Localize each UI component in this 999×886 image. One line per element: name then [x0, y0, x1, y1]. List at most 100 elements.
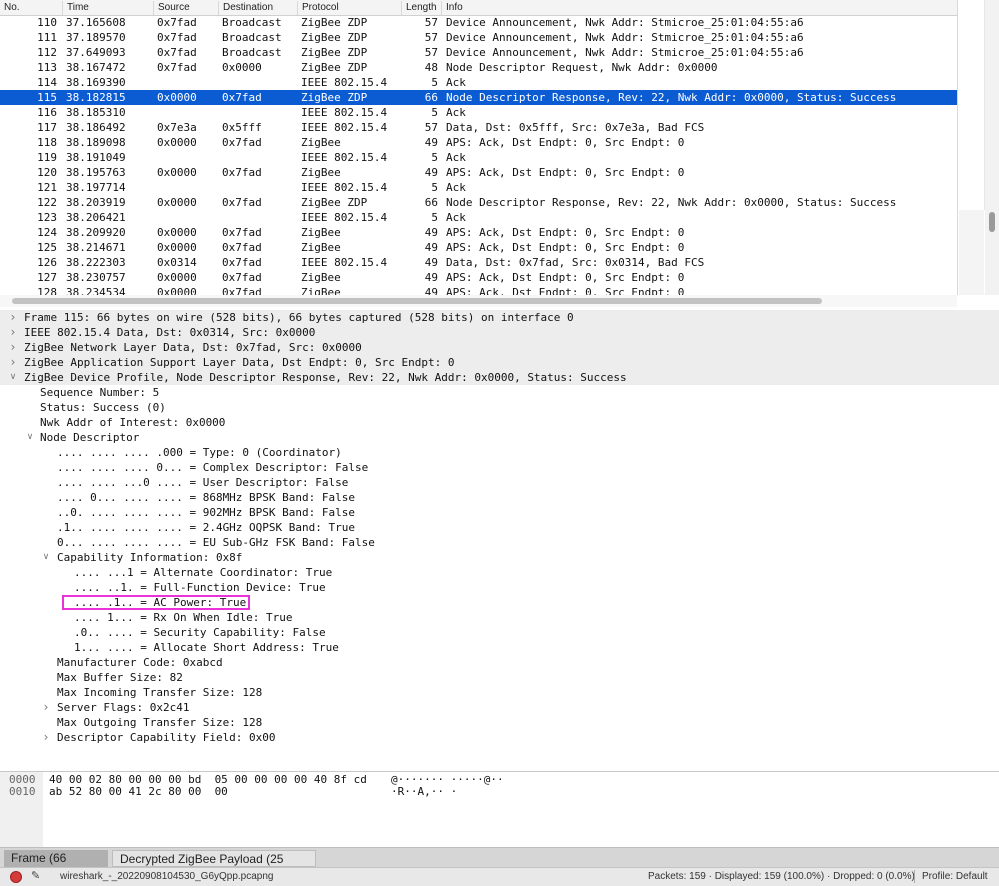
tree-section[interactable]: › ZigBee Application Support Layer Data, … [0, 355, 999, 370]
horizontal-scrollbar-thumb[interactable] [12, 298, 822, 304]
column-header-source[interactable]: Source [153, 1, 218, 15]
edit-comment-icon[interactable]: ✎ [31, 869, 40, 882]
tree-section[interactable]: › IEEE 802.15.4 Data, Dst: 0x0314, Src: 0… [0, 325, 999, 340]
packet-cell-time: 37.649093 [66, 46, 126, 59]
tree-field[interactable]: .... .... ...0 .... = User Descriptor: F… [0, 475, 999, 490]
tree-field[interactable]: 1... .... = Allocate Short Address: True [0, 640, 999, 655]
packet-row[interactable]: 122 38.203919 0x0000 0x7fad ZigBee ZDP 66 Node… [0, 195, 957, 210]
minimap-band [959, 0, 985, 210]
packet-row[interactable]: 119 38.191049 IEEE 802.15.4 5 Ack [0, 150, 957, 165]
tree-section[interactable]: › ZigBee Network Layer Data, Dst: 0x7fad,… [0, 340, 999, 355]
chevron-right-icon[interactable]: › [40, 730, 52, 745]
tree-section[interactable]: › Frame 115: 66 bytes on wire (528 bits),… [0, 310, 999, 325]
chevron-right-icon[interactable]: › [7, 310, 19, 325]
packet-cell-time: 38.182815 [66, 91, 126, 104]
tree-field[interactable]: Manufacturer Code: 0xabcd [0, 655, 999, 670]
packet-row[interactable]: 111 37.189570 0x7fad Broadcast ZigBee ZDP 57 D… [0, 30, 957, 45]
tree-label: ZigBee Network Layer Data, Dst: 0x7fad, … [24, 341, 362, 354]
chevron-right-icon[interactable]: › [7, 355, 19, 370]
chevron-right-icon[interactable]: › [40, 700, 52, 715]
packet-bytes-pane[interactable]: 0000 40 00 02 80 00 00 00 bd 05 00 00 00… [0, 771, 999, 848]
tree-field[interactable]: › Server Flags: 0x2c41 [0, 700, 999, 715]
bytes-hex[interactable]: ab 52 80 00 41 2c 80 00 00 [49, 785, 228, 799]
packet-cell-len: 49 [424, 136, 438, 149]
packet-cell-time: 38.189098 [66, 136, 126, 149]
packet-row[interactable]: 110 37.165608 0x7fad Broadcast ZigBee ZDP 57 D… [0, 15, 957, 30]
column-header-length[interactable]: Length [401, 1, 441, 15]
tree-label: Frame 115: 66 bytes on wire (528 bits), … [24, 311, 574, 324]
tree-field[interactable]: .... .1.. = AC Power: True [0, 595, 999, 610]
packet-details-tree[interactable]: › Frame 115: 66 bytes on wire (528 bits),… [0, 309, 999, 771]
packet-cell-info: Ack [446, 211, 466, 224]
tree-field[interactable]: Nwk Addr of Interest: 0x0000 [0, 415, 999, 430]
packet-row[interactable]: 124 38.209920 0x0000 0x7fad ZigBee 49 APS: Ack… [0, 225, 957, 240]
packet-cell-proto: IEEE 802.15.4 [301, 151, 388, 164]
packet-row[interactable]: 113 38.167472 0x7fad 0x0000 ZigBee ZDP 48 Node… [0, 60, 957, 75]
packet-row[interactable]: 120 38.195763 0x0000 0x7fad ZigBee 49 APS: Ack… [0, 165, 957, 180]
vertical-scrollbar[interactable] [985, 0, 999, 295]
packet-cell-src: 0x0314 [157, 256, 197, 269]
packet-row[interactable]: 128 38.234534 0x0000 0x7fad ZigBee 49 APS: Ack… [0, 285, 957, 295]
column-header-destination[interactable]: Destination [218, 1, 297, 15]
tree-field[interactable]: Max Outgoing Transfer Size: 128 [0, 715, 999, 730]
packet-counts: Packets: 159 · Displayed: 159 (100.0%) ·… [648, 871, 915, 882]
tree-field[interactable]: Max Buffer Size: 82 [0, 670, 999, 685]
packet-row[interactable]: 121 38.197714 IEEE 802.15.4 5 Ack [0, 180, 957, 195]
packet-row[interactable]: 126 38.222303 0x0314 0x7fad IEEE 802.15.4 49 D… [0, 255, 957, 270]
column-header-time[interactable]: Time [62, 1, 153, 15]
column-header-protocol[interactable]: Protocol [297, 1, 401, 15]
packet-cell-src: 0x7fad [157, 46, 197, 59]
tree-field[interactable]: Sequence Number: 5 [0, 385, 999, 400]
packet-minimap[interactable] [957, 0, 999, 295]
tree-field[interactable]: .... ..1. = Full-Function Device: True [0, 580, 999, 595]
tree-field[interactable]: .... .... .... 0... = Complex Descriptor… [0, 460, 999, 475]
chevron-down-icon[interactable]: ∨ [7, 370, 19, 385]
column-header-no[interactable]: No. [0, 1, 62, 15]
tree-field[interactable]: .... 0... .... .... = 868MHz BPSK Band: … [0, 490, 999, 505]
tab-frame-bytes[interactable]: Frame (66 bytes) [4, 850, 108, 882]
tree-section[interactable]: ∨ ZigBee Device Profile, Node Descriptor … [0, 370, 999, 385]
column-header-info[interactable]: Info [441, 1, 957, 15]
packet-row[interactable]: 125 38.214671 0x0000 0x7fad ZigBee 49 APS: Ack… [0, 240, 957, 255]
tree-field[interactable]: ..0. .... .... .... = 902MHz BPSK Band: … [0, 505, 999, 520]
packet-list[interactable]: No. Time Source Destination Protocol Len… [0, 0, 999, 310]
packet-row[interactable]: 116 38.185310 IEEE 802.15.4 5 Ack [0, 105, 957, 120]
tree-field[interactable]: .0.. .... = Security Capability: False [0, 625, 999, 640]
chevron-right-icon[interactable]: › [7, 340, 19, 355]
tree-label: Node Descriptor [40, 431, 140, 444]
expert-info-indicator-icon[interactable] [10, 871, 22, 883]
bytes-ascii[interactable]: ·R··A,·· · [391, 785, 457, 799]
tree-field[interactable]: Max Incoming Transfer Size: 128 [0, 685, 999, 700]
tree-field[interactable]: .... 1... = Rx On When Idle: True [0, 610, 999, 625]
packet-row-selected[interactable]: 115 38.182815 0x0000 0x7fad ZigBee ZDP 66 Node… [0, 90, 957, 105]
chevron-right-icon[interactable]: › [7, 325, 19, 340]
vertical-scrollbar-thumb[interactable] [989, 212, 995, 232]
tree-field[interactable]: Status: Success (0) [0, 400, 999, 415]
packet-cell-info: Node Descriptor Response, Rev: 22, Nwk A… [446, 196, 897, 209]
packet-row[interactable]: 123 38.206421 IEEE 802.15.4 5 Ack [0, 210, 957, 225]
packet-cell-dst: 0x7fad [222, 226, 262, 239]
chevron-down-icon[interactable]: ∨ [24, 430, 36, 445]
packet-cell-len: 5 [431, 181, 438, 194]
packet-row[interactable]: 114 38.169390 IEEE 802.15.4 5 Ack [0, 75, 957, 90]
packet-cell-no: 119 [37, 151, 57, 164]
horizontal-scrollbar[interactable] [0, 295, 957, 307]
tree-field[interactable]: .... ...1 = Alternate Coordinator: True [0, 565, 999, 580]
packet-list-header: No. Time Source Destination Protocol Len… [0, 0, 957, 16]
tree-label: .... ..1. = Full-Function Device: True [74, 581, 326, 594]
packet-cell-time: 38.186492 [66, 121, 126, 134]
tab-decrypted-payload[interactable]: Decrypted ZigBee Payload (25 bytes) [112, 850, 316, 883]
packet-row[interactable]: 118 38.189098 0x0000 0x7fad ZigBee 49 APS: Ack… [0, 135, 957, 150]
chevron-down-icon[interactable]: ∨ [40, 550, 52, 565]
packet-cell-src: 0x7fad [157, 61, 197, 74]
packet-row[interactable]: 112 37.649093 0x7fad Broadcast ZigBee ZDP 57 D… [0, 45, 957, 60]
tree-field[interactable]: ∨ Node Descriptor [0, 430, 999, 445]
packet-row[interactable]: 127 38.230757 0x0000 0x7fad ZigBee 49 APS: Ack… [0, 270, 957, 285]
packet-row[interactable]: 117 38.186492 0x7e3a 0x5fff IEEE 802.15.4 57 D… [0, 120, 957, 135]
profile-selector[interactable]: Profile: Default [922, 871, 988, 882]
tree-field[interactable]: .1.. .... .... .... = 2.4GHz OQPSK Band:… [0, 520, 999, 535]
tree-field[interactable]: .... .... .... .000 = Type: 0 (Coordinat… [0, 445, 999, 460]
tree-field[interactable]: › Descriptor Capability Field: 0x00 [0, 730, 999, 745]
tree-field[interactable]: 0... .... .... .... = EU Sub-GHz FSK Ban… [0, 535, 999, 550]
tree-field[interactable]: ∨ Capability Information: 0x8f [0, 550, 999, 565]
